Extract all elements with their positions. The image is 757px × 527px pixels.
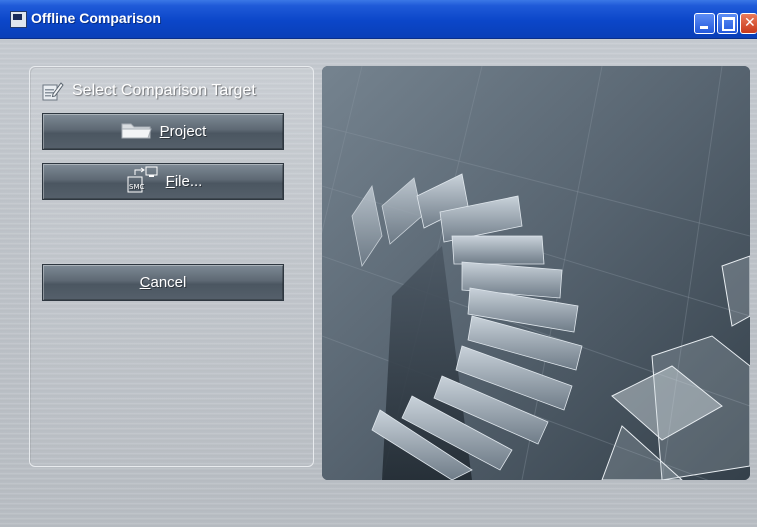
minimize-button[interactable] [694, 13, 715, 34]
edit-list-icon [42, 81, 64, 101]
smc-file-transfer-icon: SMC [124, 165, 160, 199]
offline-comparison-window: Offline Comparison Select Comparison Tar… [0, 0, 757, 527]
window-title: Offline Comparison [31, 10, 161, 26]
panel-title: Select Comparison Target [72, 82, 256, 99]
project-button-label: Project [159, 123, 207, 140]
spiral-staircase-illustration [322, 66, 750, 480]
app-window-icon [10, 11, 27, 28]
title-bar[interactable]: Offline Comparison [0, 0, 757, 39]
folder-icon [120, 120, 154, 144]
cancel-button-label: Cancel [139, 274, 187, 291]
file-button[interactable]: SMC File... [42, 163, 284, 200]
maximize-button[interactable] [717, 13, 738, 34]
file-button-label: File... [165, 173, 203, 190]
project-button[interactable]: Project [42, 113, 284, 150]
panel-header: Select Comparison Target [42, 80, 256, 102]
svg-text:SMC: SMC [129, 183, 144, 191]
cancel-button[interactable]: Cancel [42, 264, 284, 301]
close-button[interactable] [740, 13, 757, 34]
